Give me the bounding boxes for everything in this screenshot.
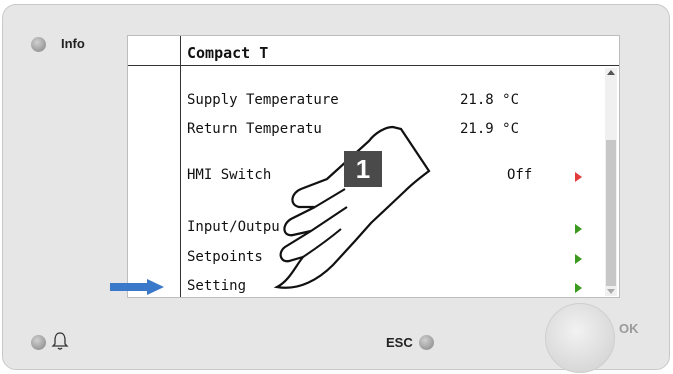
scrollbar[interactable]: [605, 68, 617, 296]
info-label: Info: [61, 36, 85, 51]
selection-pointer-icon: [110, 279, 164, 295]
row-value: 21.9 °C: [460, 121, 520, 137]
red-arrow-icon: [575, 172, 582, 182]
title-bar: Compact T: [128, 36, 619, 66]
green-arrow-icon: [575, 254, 582, 264]
list-item[interactable]: Supply Temperature 21.8 °C: [187, 92, 607, 112]
ok-label: OK: [619, 321, 639, 336]
esc-led[interactable]: [419, 335, 434, 350]
hand-pointer-icon: [273, 125, 431, 289]
scroll-up-icon[interactable]: [607, 70, 615, 75]
scroll-down-icon[interactable]: [607, 289, 615, 294]
bell-icon[interactable]: [51, 331, 69, 351]
step-number: 1: [355, 153, 371, 184]
green-arrow-icon: [575, 283, 582, 293]
left-column-divider: [180, 36, 181, 297]
esc-button[interactable]: ESC: [386, 335, 413, 350]
step-badge: 1: [344, 151, 382, 187]
ok-button[interactable]: [545, 303, 615, 373]
row-value: Off: [507, 167, 533, 183]
row-label: Setpoints: [187, 249, 263, 265]
row-value: 21.8 °C: [460, 92, 520, 108]
alarm-led: [31, 335, 46, 350]
info-led: [31, 37, 46, 52]
device-panel: Info Compact T Supply Temperature 21.8 °…: [2, 4, 670, 373]
green-arrow-icon: [575, 224, 582, 234]
row-label: Supply Temperature: [187, 92, 339, 108]
scroll-thumb[interactable]: [606, 140, 616, 286]
screen-title: Compact T: [187, 44, 269, 62]
row-label: Setting: [187, 278, 247, 294]
